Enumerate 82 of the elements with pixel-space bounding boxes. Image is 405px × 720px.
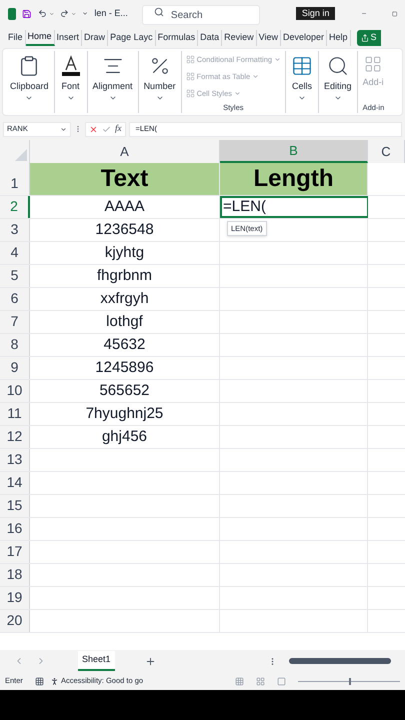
ribbon-tab[interactable]: Insert bbox=[54, 30, 82, 46]
ribbon-group-button[interactable]: Alignment bbox=[88, 51, 139, 113]
header-cell: Text bbox=[30, 163, 220, 195]
document-title: len - E... bbox=[94, 6, 128, 20]
row-header[interactable]: 4 bbox=[0, 242, 30, 264]
ribbon-tab[interactable]: Home bbox=[26, 30, 55, 46]
row-header[interactable]: 16 bbox=[0, 518, 30, 540]
table-icon bbox=[291, 55, 314, 77]
row-header[interactable]: 19 bbox=[0, 587, 30, 609]
ribbon-tab[interactable]: Developer bbox=[281, 30, 328, 46]
ribbon-tab[interactable]: Formulas bbox=[156, 30, 198, 46]
row-header[interactable]: 10 bbox=[0, 380, 30, 402]
row-header[interactable]: 2 bbox=[0, 196, 30, 218]
undo-icon[interactable] bbox=[38, 7, 47, 20]
share-icon bbox=[360, 34, 369, 42]
caret-icon bbox=[274, 56, 282, 63]
page-break-icon[interactable] bbox=[277, 676, 286, 686]
row-header[interactable]: 12 bbox=[0, 426, 30, 448]
table-cell: =LEN( bbox=[220, 196, 368, 218]
zoom-slider-thumb[interactable] bbox=[349, 678, 352, 684]
caret-icon bbox=[234, 90, 242, 97]
share-button[interactable]: S bbox=[356, 30, 381, 46]
row-header[interactable]: 20 bbox=[0, 610, 30, 632]
table-cell: AAAA bbox=[30, 196, 220, 218]
row-header[interactable]: 11 bbox=[0, 403, 30, 425]
style-icon bbox=[186, 54, 195, 64]
search-field[interactable]: Search bbox=[142, 5, 260, 25]
horizontal-scrollbar[interactable] bbox=[288, 658, 391, 664]
table-cell: lothgf bbox=[30, 311, 220, 333]
row-header[interactable]: 18 bbox=[0, 564, 30, 586]
style-icon bbox=[186, 88, 195, 98]
add-sheet-icon[interactable] bbox=[144, 656, 156, 666]
ribbon-group-button[interactable]: Cells bbox=[286, 51, 320, 113]
table-cell: 1245896 bbox=[30, 357, 220, 379]
table-cell: 45632 bbox=[30, 334, 220, 356]
row-header[interactable]: 9 bbox=[0, 357, 30, 379]
ribbon-tab[interactable]: File bbox=[6, 30, 26, 46]
search-icon bbox=[154, 6, 164, 16]
row-header[interactable]: 7 bbox=[0, 311, 30, 333]
style-icon bbox=[186, 72, 195, 81]
row-header[interactable]: 1 bbox=[0, 163, 30, 195]
maximize-icon[interactable] bbox=[392, 10, 397, 18]
ribbon-group-button[interactable]: Font bbox=[54, 51, 88, 113]
row-header[interactable]: 6 bbox=[0, 288, 30, 310]
row-header[interactable]: 15 bbox=[0, 495, 30, 517]
ribbon-tab[interactable]: Draw bbox=[82, 30, 108, 46]
row-header[interactable]: 5 bbox=[0, 265, 30, 287]
caret-icon bbox=[252, 72, 260, 80]
insert-function-button[interactable]: fx bbox=[115, 122, 122, 136]
ribbon-tab[interactable]: Page Layc bbox=[108, 30, 156, 46]
search-icon bbox=[326, 55, 349, 77]
accessibility-icon bbox=[50, 676, 59, 686]
row-header[interactable]: 13 bbox=[0, 449, 30, 471]
font-color-icon bbox=[60, 55, 82, 77]
table-cell: kjyhtg bbox=[30, 242, 220, 264]
table-cell: 7hyughnj25 bbox=[30, 403, 220, 425]
row-header[interactable]: 3 bbox=[0, 219, 30, 241]
add-ins-label: Add-i bbox=[362, 76, 384, 90]
ribbon-tab[interactable]: Help bbox=[327, 30, 351, 46]
ribbon-group-button[interactable]: Number bbox=[138, 51, 182, 113]
column-header[interactable]: C bbox=[368, 140, 405, 163]
header-cell: Length bbox=[220, 163, 368, 195]
sheet-tab[interactable]: Sheet1 bbox=[78, 651, 115, 671]
caret-icon bbox=[60, 126, 67, 132]
row-header[interactable]: 8 bbox=[0, 334, 30, 356]
table-cell: 1236548 bbox=[30, 219, 220, 241]
page-layout-icon[interactable] bbox=[256, 676, 266, 686]
table-cell: 565652 bbox=[30, 380, 220, 402]
normal-view-icon[interactable] bbox=[235, 676, 244, 686]
row-header[interactable]: 14 bbox=[0, 472, 30, 494]
table-cell: ghj456 bbox=[30, 426, 220, 448]
table-cell: xxfrgyh bbox=[30, 288, 220, 310]
sign-in-button[interactable]: Sign in bbox=[296, 7, 336, 20]
row-header[interactable]: 17 bbox=[0, 541, 30, 563]
ribbon-tab[interactable]: Data bbox=[198, 30, 222, 46]
enter-icon[interactable] bbox=[102, 124, 111, 134]
ribbon-tab[interactable]: View bbox=[256, 30, 281, 46]
cancel-icon[interactable] bbox=[89, 124, 98, 134]
ribbon-group-button[interactable]: Clipboard bbox=[5, 51, 55, 113]
ribbon-tab[interactable]: Review bbox=[222, 30, 257, 46]
table-cell: fhgrbnm bbox=[30, 265, 220, 287]
ribbon-group-button[interactable]: Editing bbox=[319, 51, 358, 113]
